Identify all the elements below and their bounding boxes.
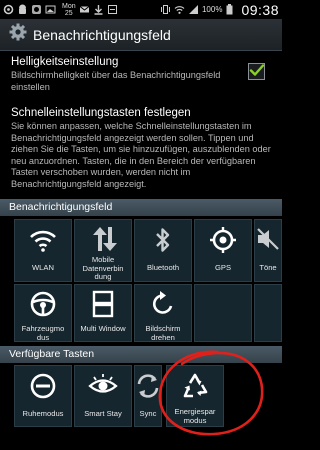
tile-car-mode[interactable]: Fahrzeugmo dus <box>14 284 72 342</box>
tile-smart-stay[interactable]: Smart Stay <box>74 365 132 427</box>
download-icon <box>93 4 104 15</box>
mobile-data-icon <box>75 226 131 252</box>
tile-label: Ruhemodus <box>22 409 64 418</box>
tile-gps[interactable]: GPS <box>194 219 252 282</box>
tile-rotate-screen[interactable]: Bildschirm drehen <box>134 284 192 342</box>
sync-icon <box>135 372 161 400</box>
status-right: 100% 09:38 <box>160 2 279 18</box>
page-title: Benachrichtigungsfeld <box>33 26 171 43</box>
bluetooth-icon <box>135 226 191 254</box>
notification-panel-header: Benachrichtigungsfeld <box>0 199 282 216</box>
android-icon <box>17 4 28 15</box>
vibrate-icon <box>160 4 171 15</box>
brightness-setting-title: Helligkeitseinstellung <box>11 56 119 68</box>
tile-label: WLAN <box>32 263 54 272</box>
photo-notification-icon <box>45 4 56 15</box>
tile-label: Bildschirm drehen <box>145 324 181 342</box>
sound-off-icon <box>255 226 281 252</box>
settings-gear-icon[interactable] <box>9 23 27 46</box>
battery-percent: 100% <box>201 5 223 14</box>
shortcut-keys-description: Sie können anpassen, welche Schnelleinst… <box>11 121 271 189</box>
blocking-mode-icon <box>15 372 71 400</box>
shortcut-keys-setting: Schnelleinstellungstasten festlegen Sie … <box>11 106 276 190</box>
checkmark-icon <box>249 64 265 76</box>
tile-multi-window[interactable]: Multi Window <box>74 284 132 342</box>
tile-label: Multi Window <box>80 324 126 333</box>
brightness-checkbox[interactable] <box>248 63 265 80</box>
tile-label: Smart Stay <box>84 409 122 418</box>
tile-label: Bluetooth <box>146 263 180 272</box>
app-notification-icon <box>31 4 42 15</box>
tile-power-saving[interactable]: Energiespar modus <box>166 365 224 427</box>
signal-icon <box>188 4 199 15</box>
tile-empty-slot[interactable] <box>254 284 282 342</box>
misc-notification-icon <box>107 4 118 15</box>
multi-window-icon <box>75 290 131 318</box>
brightness-setting-description: Bildschirmhelligkeit über das Benachrich… <box>11 70 221 92</box>
status-date-day: Mon <box>62 2 76 10</box>
steering-wheel-icon <box>15 290 71 318</box>
tile-sync[interactable]: Sync <box>134 365 162 427</box>
settings-notification-icon <box>3 4 14 15</box>
tile-empty-slot[interactable] <box>194 284 252 342</box>
wifi-status-icon <box>174 4 185 15</box>
tile-mobile-data[interactable]: Mobile Datenverbin dung <box>74 219 132 282</box>
tile-sound[interactable]: Töne <box>254 219 282 282</box>
status-date-num: 25 <box>64 9 73 17</box>
smart-stay-eye-icon <box>75 374 131 398</box>
tile-label: Sync <box>139 409 157 418</box>
tile-bluetooth[interactable]: Bluetooth <box>134 219 192 282</box>
tile-blocking-mode[interactable]: Ruhemodus <box>14 365 72 427</box>
status-bar: Mon 25 100% 09:38 <box>0 0 282 19</box>
wifi-icon <box>15 228 71 252</box>
tile-label: Töne <box>259 263 277 272</box>
tile-label: Energiespar modus <box>174 407 216 425</box>
brightness-setting[interactable]: Helligkeitseinstellung Bildschirmhelligk… <box>11 55 241 93</box>
available-buttons-header: Verfügbare Tasten <box>0 346 282 363</box>
tile-wlan[interactable]: WLAN <box>14 219 72 282</box>
rotate-icon <box>135 290 191 318</box>
gmail-icon <box>79 4 90 15</box>
tile-label: Fahrzeugmo dus <box>21 324 65 342</box>
tile-label: Mobile Datenverbin dung <box>82 255 124 281</box>
battery-icon <box>224 4 235 15</box>
title-bar: Benachrichtigungsfeld <box>0 19 282 51</box>
status-date: Mon 25 <box>62 3 76 17</box>
gps-icon <box>195 226 251 254</box>
tile-label: GPS <box>214 263 232 272</box>
recycle-icon <box>167 372 223 400</box>
shortcut-keys-title: Schnelleinstellungstasten festlegen <box>11 107 191 119</box>
status-time: 09:38 <box>241 1 279 18</box>
